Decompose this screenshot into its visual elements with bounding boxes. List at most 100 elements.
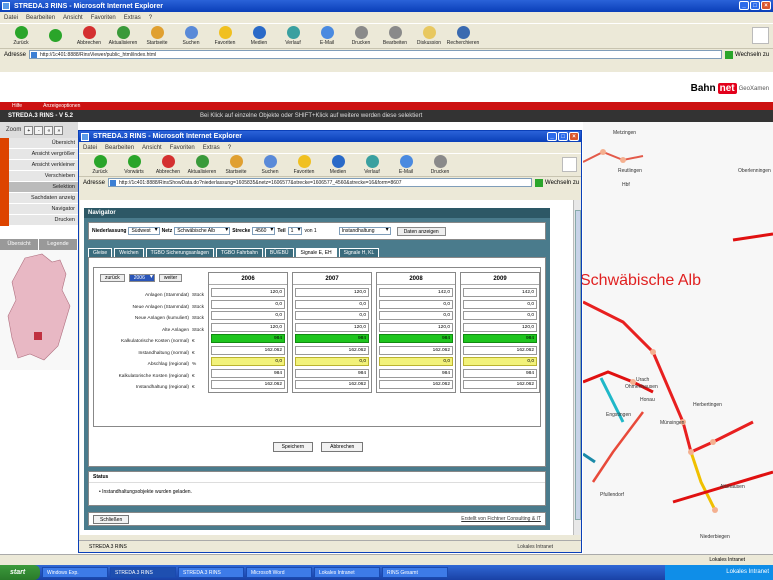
toolbar-button[interactable]: Abbrechen <box>74 26 104 46</box>
tab-signale-e-eh[interactable]: Signale E, EH <box>295 248 337 257</box>
inner-titlebar[interactable]: STREDA.3 RINS - Microsoft Internet Explo… <box>79 131 581 142</box>
toolbar-button[interactable]: Drucken <box>425 155 455 175</box>
nav-item-zoom-in[interactable]: Ansicht vergrößer <box>0 149 78 160</box>
maximize-icon[interactable]: □ <box>558 132 568 141</box>
toolbar-button[interactable]: Abbrechen <box>153 155 183 175</box>
save-button[interactable]: Speichern <box>272 442 314 452</box>
value-input[interactable]: 142,0 <box>379 288 453 297</box>
prev-year-button[interactable]: zurück <box>100 274 125 282</box>
value-input[interactable]: 984 <box>379 334 453 343</box>
menu-ansicht[interactable]: Ansicht <box>142 145 162 151</box>
value-input[interactable]: 162.062 <box>463 380 537 389</box>
toolbar-button[interactable]: Medien <box>244 26 274 46</box>
value-input[interactable]: 0,0 <box>211 311 285 320</box>
value-input[interactable]: 0,0 <box>463 311 537 320</box>
nav-item-print[interactable]: Drucken <box>0 215 78 226</box>
taskbar-item[interactable]: RINS Gesamt <box>382 567 448 578</box>
toolbar-button[interactable]: E-Mail <box>391 155 421 175</box>
menu-help[interactable]: ? <box>149 15 152 21</box>
toolbar-button[interactable]: Recherchieren <box>447 26 479 46</box>
nav-item-navigator[interactable]: Navigator <box>0 204 78 215</box>
value-input[interactable]: 120,0 <box>295 322 369 332</box>
taskbar-item[interactable]: STREDA.3 RINS <box>178 567 244 578</box>
value-input[interactable]: 0,0 <box>379 311 453 320</box>
menu-bearbeiten[interactable]: Bearbeiten <box>105 145 134 151</box>
value-input[interactable]: 162.062 <box>211 345 285 355</box>
minimize-icon[interactable]: _ <box>547 132 557 141</box>
outer-titlebar[interactable]: STREDA.3 RINS - Microsoft Internet Explo… <box>0 0 773 12</box>
cancel-button[interactable]: Abbrechen <box>321 442 364 452</box>
tab-tgbo-fahrbahn[interactable]: TGBO Fahrbahn <box>215 248 263 257</box>
menu-extras[interactable]: Extras <box>124 15 141 21</box>
value-input[interactable]: 984 <box>211 368 285 378</box>
zoom-forward-button[interactable]: » <box>54 125 64 135</box>
go-button[interactable]: Wechseln zu <box>535 178 579 187</box>
credit-link[interactable]: Erstellt von Fichtner Consulting & IT <box>461 516 541 522</box>
next-year-button[interactable]: weiter <box>158 274 183 282</box>
tab-signale-h-kl[interactable]: Signale H, KL <box>338 248 380 257</box>
menu-datei[interactable]: Datei <box>4 15 18 21</box>
zoom-back-button[interactable]: « <box>44 125 54 135</box>
toolbar-button[interactable]: Zurück <box>85 155 115 175</box>
toolbar-button[interactable]: Vorwärts <box>119 155 149 175</box>
close-icon[interactable]: × <box>569 132 579 141</box>
value-input[interactable]: 0,0 <box>211 357 285 366</box>
value-input[interactable]: 162.062 <box>379 345 453 355</box>
overview-minimap[interactable] <box>0 250 78 370</box>
value-input[interactable]: 0,0 <box>463 299 537 309</box>
help-link[interactable]: Hilfe <box>12 103 22 109</box>
value-input[interactable]: 0,0 <box>295 357 369 366</box>
toolbar-button[interactable]: Zurück <box>6 26 36 46</box>
start-button[interactable]: start <box>0 565 40 580</box>
year-select[interactable]: 2006 <box>128 274 155 282</box>
mode-select[interactable]: Instandhaltung <box>338 227 391 235</box>
value-input[interactable]: 162.062 <box>379 380 453 389</box>
display-options-link[interactable]: Anzeigeoptionen <box>43 103 80 109</box>
toolbar-button[interactable]: Verlauf <box>278 26 308 46</box>
nav-item-selection[interactable]: Selektion <box>0 182 78 193</box>
netz-select[interactable]: Schwäbische Alb <box>174 227 231 235</box>
toolbar-button[interactable]: Suchen <box>176 26 206 46</box>
menu-ansicht[interactable]: Ansicht <box>63 15 83 21</box>
inner-scrollbar[interactable] <box>573 200 581 535</box>
tab-gleise[interactable]: Gleise <box>88 248 113 257</box>
value-input[interactable]: 0,0 <box>295 299 369 309</box>
menu-extras[interactable]: Extras <box>203 145 220 151</box>
value-input[interactable]: 162.062 <box>295 345 369 355</box>
tab-weichen[interactable]: Weichen <box>114 248 144 257</box>
minimize-icon[interactable]: _ <box>739 1 749 10</box>
zoom-out-button[interactable]: - <box>34 125 44 135</box>
teil-select[interactable]: 1 <box>287 227 303 235</box>
minimap-viewport[interactable] <box>34 332 42 340</box>
value-input[interactable]: 0,0 <box>379 299 453 309</box>
toolbar-button[interactable]: Favoriten <box>289 155 319 175</box>
taskbar-item[interactable]: Lokales Intranet <box>314 567 380 578</box>
toolbar-button[interactable]: Favoriten <box>210 26 240 46</box>
toolbar-button[interactable]: Verlauf <box>357 155 387 175</box>
value-input[interactable]: 120,0 <box>211 288 285 297</box>
tab-b-eb-[interactable]: BÜ/EBÜ <box>264 248 294 257</box>
nav-item-pan[interactable]: Verschieben <box>0 171 78 182</box>
value-input[interactable]: 120,0 <box>211 322 285 332</box>
menu-datei[interactable]: Datei <box>83 145 97 151</box>
tab-tgbo-sicherungsanlagen[interactable]: TGBO Sicherungsanlagen <box>145 248 214 257</box>
value-input[interactable]: 984 <box>463 334 537 343</box>
taskbar-item[interactable]: Windows Exp. <box>42 567 108 578</box>
value-input[interactable]: 120,0 <box>379 322 453 332</box>
address-input[interactable]: http://1c401:8888/RinsViewer/public_html… <box>29 50 723 59</box>
value-input[interactable]: 162.062 <box>463 345 537 355</box>
nav-item-overview[interactable]: Übersicht <box>0 138 78 149</box>
toolbar-button[interactable]: Medien <box>323 155 353 175</box>
toolbar-button[interactable]: E-Mail <box>312 26 342 46</box>
go-button[interactable]: Wechseln zu <box>725 50 769 59</box>
toolbar-button[interactable]: Aktualisieren <box>108 26 138 46</box>
value-input[interactable]: 984 <box>211 334 285 343</box>
close-icon[interactable]: × <box>761 1 771 10</box>
toolbar-button[interactable]: Aktualisieren <box>187 155 217 175</box>
value-input[interactable]: 0,0 <box>211 299 285 309</box>
toolbar-button[interactable]: Drucken <box>346 26 376 46</box>
value-input[interactable]: 984 <box>463 368 537 378</box>
toolbar-button[interactable]: Diskussion <box>414 26 444 46</box>
value-input[interactable]: 0,0 <box>463 357 537 366</box>
value-input[interactable]: 984 <box>379 368 453 378</box>
